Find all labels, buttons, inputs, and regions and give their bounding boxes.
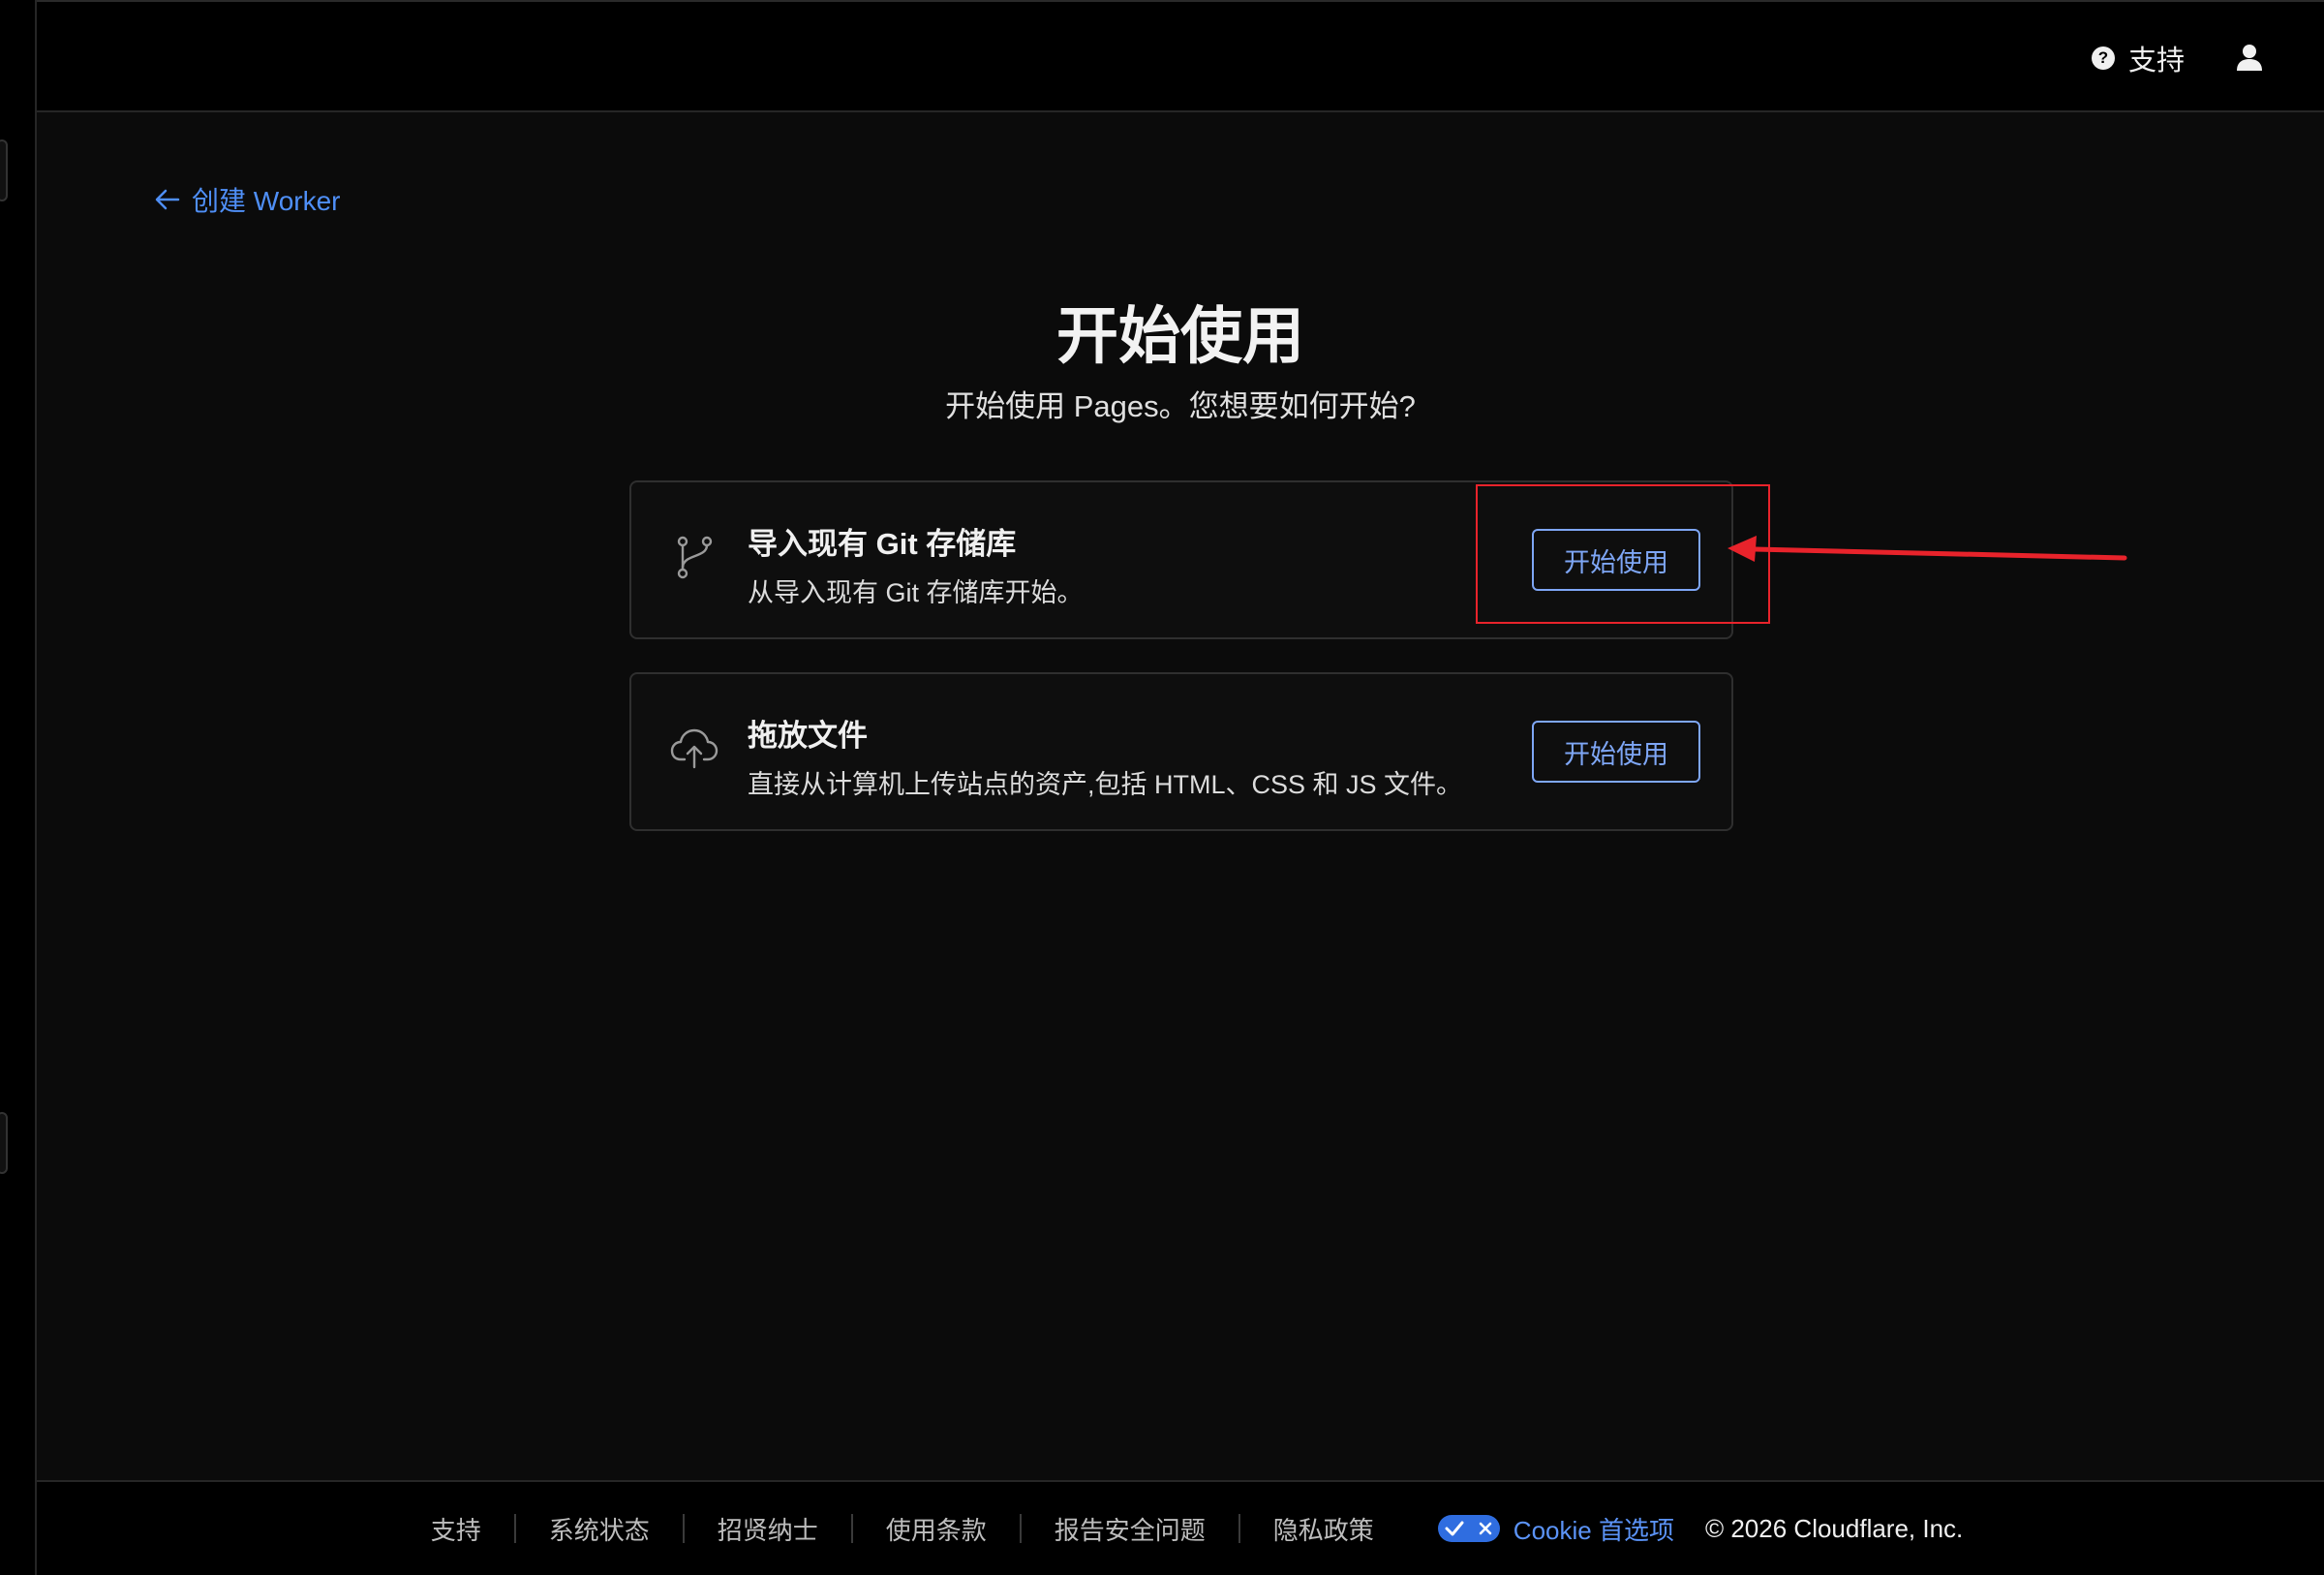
annotation-highlight-box (1476, 484, 1770, 624)
footer-link-terms[interactable]: 使用条款 (853, 1511, 1020, 1547)
card-description: 从导入现有 Git 存储库开始。 (748, 578, 1084, 607)
cookie-preferences-link[interactable]: Cookie 首选项 (1407, 1511, 1705, 1547)
x-icon (1479, 1522, 1492, 1535)
back-link-label: 创建 Worker (192, 186, 341, 216)
top-bar: ? 支持 (37, 0, 2324, 112)
footer-link-privacy[interactable]: 隐私政策 (1240, 1511, 1407, 1547)
upload-files-card: 拖放文件 直接从计算机上传站点的资产,包括 HTML、CSS 和 JS 文件。 … (629, 672, 1733, 831)
back-link[interactable]: 创建 Worker (153, 180, 341, 219)
upload-files-start-button[interactable]: 开始使用 (1532, 721, 1700, 783)
question-circle-icon: ? (2091, 46, 2115, 70)
copyright: © 2026 Cloudflare, Inc. (1704, 1513, 1964, 1543)
support-label: 支持 (2127, 46, 2185, 77)
footer: 支持 系统状态 招贤纳士 使用条款 报告安全问题 隐私政策 Cookie 首选项… (37, 1480, 2324, 1575)
user-icon[interactable] (2235, 43, 2264, 72)
footer-link-careers[interactable]: 招贤纳士 (685, 1511, 851, 1547)
arrow-left-icon (155, 189, 180, 210)
left-rail (0, 0, 37, 1575)
cloud-upload-icon (670, 728, 719, 769)
page-title: 开始使用 (1056, 301, 1304, 371)
support-link[interactable]: ? 支持 (2091, 39, 2185, 77)
cookie-preferences-label: Cookie 首选项 (1513, 1515, 1674, 1545)
rail-handle-bottom[interactable] (0, 1112, 8, 1174)
card-title: 导入现有 Git 存储库 (748, 527, 1017, 561)
page-subtitle: 开始使用 Pages。您想要如何开始? (945, 389, 1416, 423)
page: ? 支持 创建 Worker 开始使用 开始使用 Pages。您想要如何开始? (0, 0, 2324, 1575)
footer-link-status[interactable]: 系统状态 (516, 1511, 683, 1547)
footer-link-support[interactable]: 支持 (398, 1511, 514, 1547)
git-branch-icon (677, 536, 713, 579)
rail-handle-top[interactable] (0, 139, 8, 201)
check-icon (1445, 1521, 1464, 1536)
cookie-toggle-icon (1437, 1515, 1500, 1542)
footer-link-security[interactable]: 报告安全问题 (1022, 1511, 1238, 1547)
card-description: 直接从计算机上传站点的资产,包括 HTML、CSS 和 JS 文件。 (748, 770, 1463, 799)
card-title: 拖放文件 (748, 719, 868, 753)
